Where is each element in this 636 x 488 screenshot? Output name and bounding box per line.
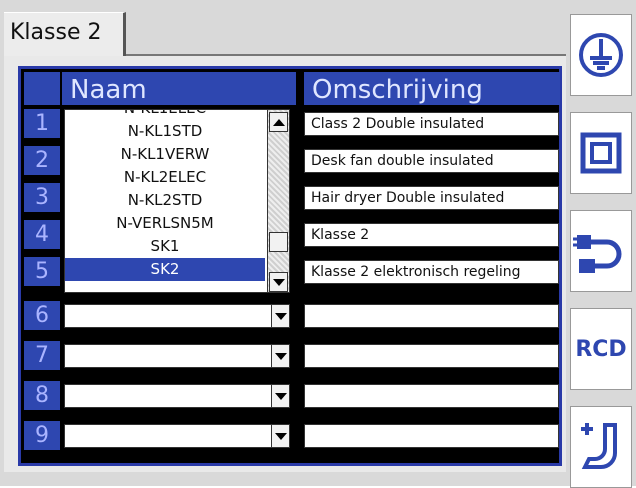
dropdown-option[interactable]: SK1 <box>65 235 265 258</box>
row-number-2: 2 <box>24 146 60 175</box>
tab-klasse-2[interactable]: Klasse 2 <box>4 12 126 56</box>
naam-dropdown-list[interactable]: N-KL1ELEC N-KL1STD N-KL1VERW N-KL2ELEC N… <box>64 109 290 293</box>
earth-ground-icon <box>577 31 625 79</box>
omschrijving-field-1[interactable]: Class 2 Double insulated <box>304 112 559 136</box>
omschrijving-field-7[interactable] <box>304 344 559 368</box>
pat-tester-screen: Klasse 2 Naam Omschrijving 1 2 3 4 5 6 7… <box>0 0 636 488</box>
dropdown-scrollbar[interactable] <box>267 110 289 292</box>
dropdown-arrow-icon[interactable] <box>271 425 289 447</box>
row-number-4: 4 <box>24 220 60 249</box>
dropdown-option[interactable]: N-KL1STD <box>65 120 265 143</box>
omschrijving-field-4[interactable]: Klasse 2 <box>304 223 559 247</box>
omschrijving-field-6[interactable] <box>304 304 559 328</box>
scroll-down-arrow-icon[interactable] <box>269 272 288 292</box>
dropdown-option[interactable]: N-VERLSN5M <box>65 212 265 235</box>
row-number-8: 8 <box>24 381 60 410</box>
dropdown-arrow-icon[interactable] <box>271 385 289 407</box>
dropdown-option[interactable]: N-KL1VERW <box>65 143 265 166</box>
extension-lead-button[interactable] <box>570 210 632 292</box>
omschrijving-field-5[interactable]: Klasse 2 elektronisch regeling <box>304 260 559 284</box>
dropdown-arrow-icon[interactable] <box>271 345 289 367</box>
omschrijving-field-9[interactable] <box>304 424 559 448</box>
double-insulation-icon <box>579 131 623 175</box>
extension-lead-icon <box>573 223 629 279</box>
pat-probe-icon <box>575 419 627 475</box>
row-number-3: 3 <box>24 183 60 212</box>
dropdown-arrow-icon[interactable] <box>271 305 289 327</box>
row-number-5: 5 <box>24 257 60 286</box>
dropdown-option[interactable]: N-KL2ELEC <box>65 166 265 189</box>
row-number-6: 6 <box>24 301 60 330</box>
grid-corner <box>24 72 60 105</box>
naam-select-7[interactable] <box>64 344 290 368</box>
header-naam: Naam <box>62 72 296 105</box>
omschrijving-field-3[interactable]: Hair dryer Double insulated <box>304 186 559 210</box>
main-panel: Naam Omschrijving 1 2 3 4 5 6 7 8 9 Clas… <box>4 56 566 472</box>
dropdown-option[interactable]: N-KL2STD <box>65 189 265 212</box>
naam-select-8[interactable] <box>64 384 290 408</box>
row-number-7: 7 <box>24 341 60 370</box>
scrollbar-thumb[interactable] <box>269 232 288 252</box>
omschrijving-field-2[interactable]: Desk fan double insulated <box>304 149 559 173</box>
earth-test-button[interactable] <box>570 14 632 96</box>
rcd-label: RCD <box>575 336 627 362</box>
header-omschrijving: Omschrijving <box>304 72 560 105</box>
row-number-9: 9 <box>24 421 60 450</box>
rcd-button[interactable]: RCD <box>570 308 632 390</box>
dropdown-option-selected[interactable]: SK2 <box>65 258 265 281</box>
scroll-up-arrow-icon[interactable] <box>269 112 288 132</box>
probe-button[interactable] <box>570 406 632 488</box>
omschrijving-field-8[interactable] <box>304 384 559 408</box>
tab-label: Klasse 2 <box>10 20 102 45</box>
dropdown-option[interactable]: N-KL1ELEC <box>65 110 265 120</box>
appliance-grid: Naam Omschrijving 1 2 3 4 5 6 7 8 9 Clas… <box>18 66 562 466</box>
row-number-1: 1 <box>24 109 60 138</box>
naam-select-9[interactable] <box>64 424 290 448</box>
naam-select-6[interactable] <box>64 304 290 328</box>
class-2-button[interactable] <box>570 112 632 194</box>
